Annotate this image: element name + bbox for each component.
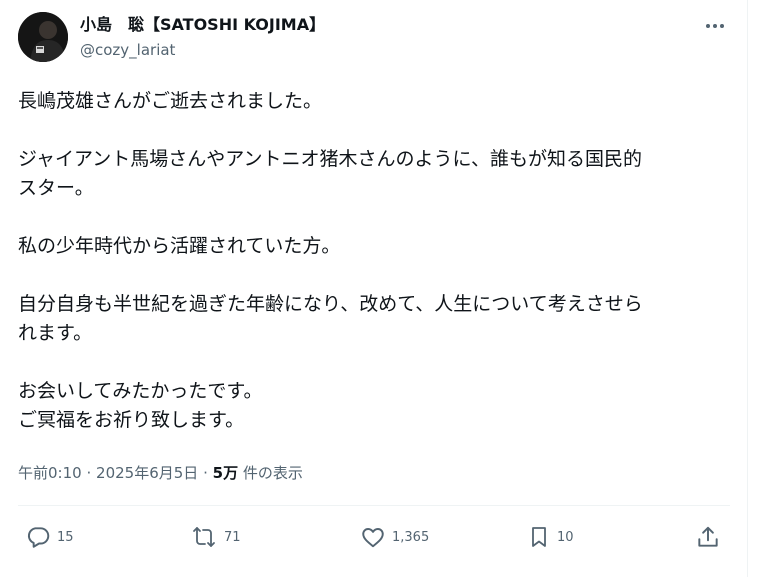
- tweet-line: 自分自身も半世紀を過ぎた年齢になり、改めて、人生について考えさせら: [18, 293, 643, 315]
- more-button[interactable]: [698, 12, 732, 40]
- like-icon: [362, 528, 384, 548]
- more-icon: [706, 24, 724, 28]
- bookmark-button[interactable]: 10: [527, 522, 574, 552]
- reply-icon: [27, 527, 50, 548]
- meta-separator: ·: [203, 464, 208, 482]
- repost-icon: [193, 527, 215, 547]
- reply-count: 15: [57, 529, 74, 545]
- timeline-border: [747, 0, 748, 577]
- tweet-line: れます。: [18, 322, 93, 344]
- repost-count: 71: [224, 529, 241, 545]
- tweet-meta: 午前0:10 · 2025年6月5日 · 5万 件の表示: [18, 462, 303, 484]
- tweet-line: ご冥福をお祈り致します。: [18, 409, 245, 431]
- tweet-text: 長嶋茂雄さんがご逝去されました。 ジャイアント馬場さんやアントニオ猪木さんのよう…: [18, 87, 733, 435]
- views-label: 件の表示: [242, 464, 303, 482]
- avatar[interactable]: [18, 12, 68, 62]
- tweet-line: 長嶋茂雄さんがご逝去されました。: [18, 90, 323, 112]
- author-display-name[interactable]: 小島 聡【SATOSHI KOJIMA】: [80, 14, 325, 36]
- tweet-line: 私の少年時代から活躍されていた方。: [18, 235, 341, 257]
- like-count: 1,365: [392, 529, 430, 545]
- tweet-time[interactable]: 午前0:10: [18, 464, 82, 482]
- bookmark-icon: [532, 527, 546, 547]
- divider: [18, 505, 730, 506]
- views-count[interactable]: 5万: [213, 464, 238, 482]
- meta-separator: ·: [86, 464, 92, 482]
- author-handle[interactable]: @cozy_lariat: [80, 40, 175, 60]
- tweet-line: お会いしてみたかったです。: [18, 380, 263, 402]
- like-button[interactable]: 1,365: [360, 522, 429, 552]
- share-button[interactable]: [695, 522, 721, 552]
- tweet-line: ジャイアント馬場さんやアントニオ猪木さんのように、誰もが知る国民的: [18, 148, 642, 170]
- reply-button[interactable]: 15: [25, 522, 74, 552]
- action-bar: 15 71 1,365 10: [0, 522, 759, 552]
- bookmark-count: 10: [557, 529, 574, 545]
- tweet-date[interactable]: 2025年6月5日: [96, 464, 198, 482]
- tweet-line: スター。: [18, 177, 94, 199]
- share-icon: [698, 526, 718, 547]
- repost-button[interactable]: 71: [190, 522, 241, 552]
